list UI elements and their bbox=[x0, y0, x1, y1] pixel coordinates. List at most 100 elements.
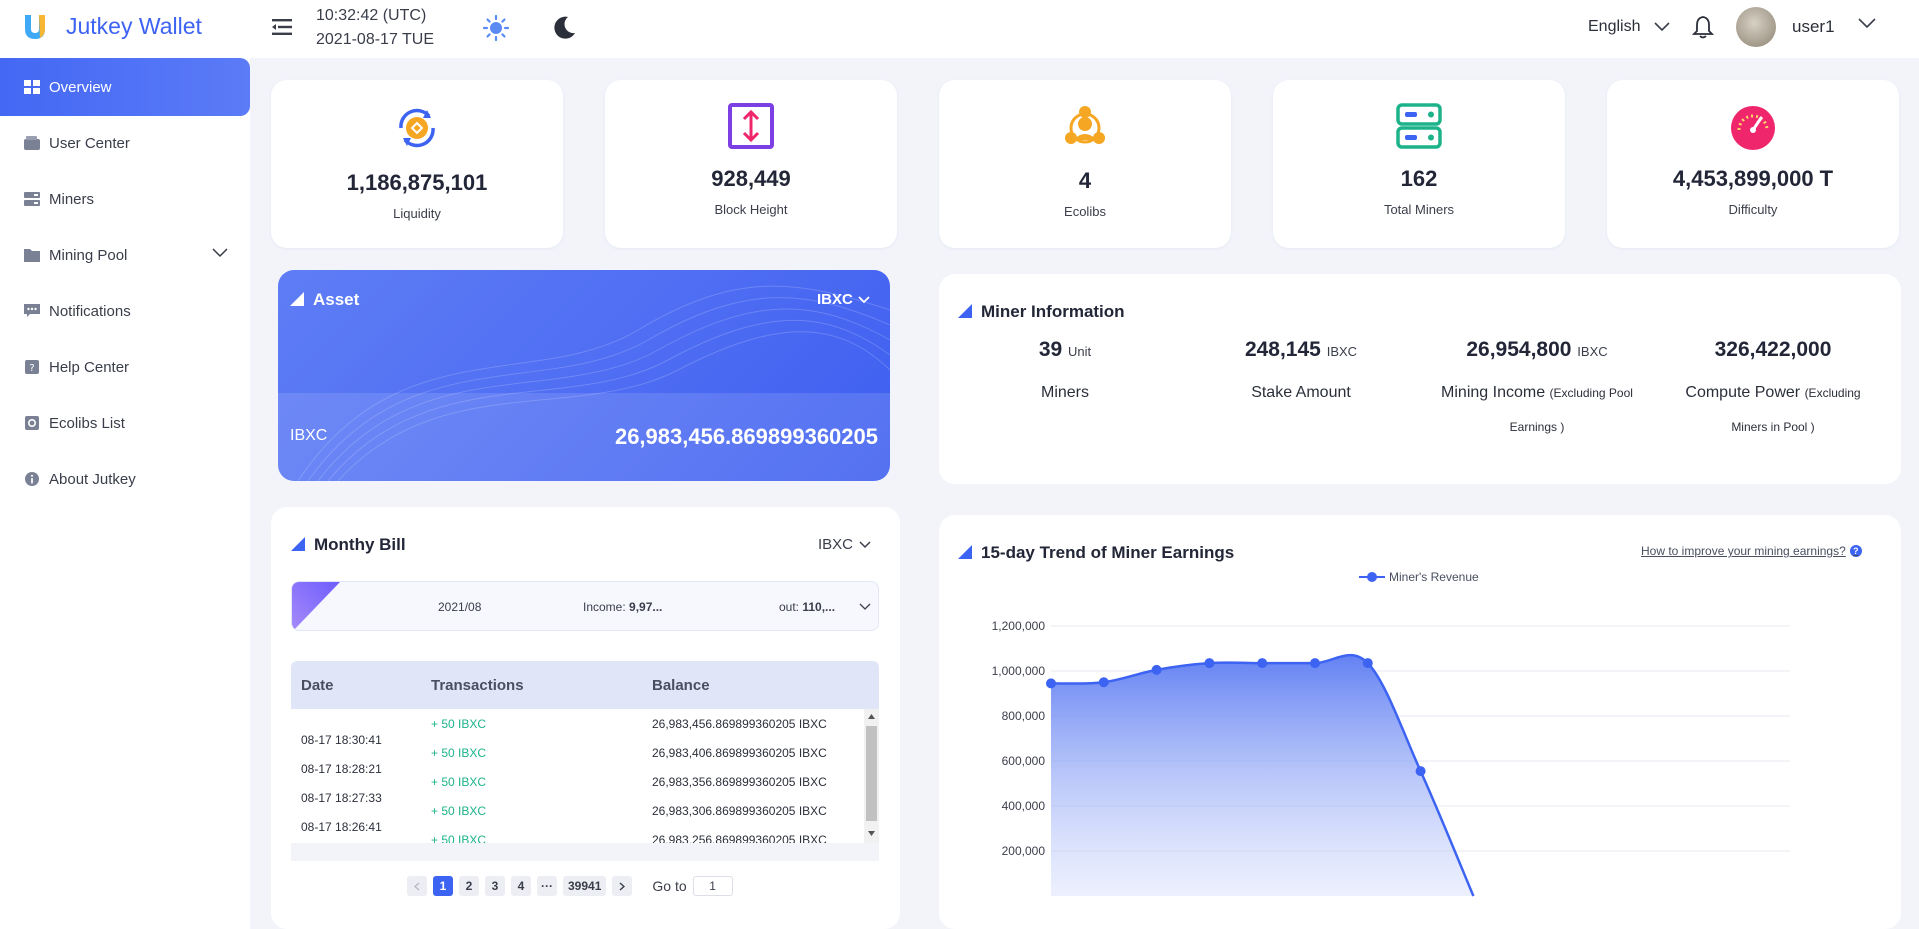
miner-info-label: Compute Power bbox=[1685, 384, 1801, 401]
language-selector[interactable]: English bbox=[1588, 18, 1671, 36]
miner-info-stake-amount: 248,145 IBXC Stake Amount bbox=[1183, 338, 1419, 410]
stat-card-difficulty: 4,453,899,000 T Difficulty bbox=[1607, 80, 1899, 248]
data-point[interactable] bbox=[1310, 658, 1320, 669]
miner-info-value: 248,145 bbox=[1244, 338, 1321, 361]
tx-balance: 26,983,356.869899360205 IBXC bbox=[652, 775, 827, 789]
username[interactable]: user1 bbox=[1792, 17, 1835, 37]
miner-info-note: (Excluding bbox=[1804, 386, 1861, 400]
light-mode-icon[interactable] bbox=[482, 14, 510, 42]
brand-name: Jutkey Wallet bbox=[66, 13, 202, 39]
tx-amount: + 50 IBXC bbox=[431, 775, 487, 789]
miner-info-compute-power: 326,422,000 Compute Power (Excluding Mine… bbox=[1655, 338, 1891, 444]
page-button[interactable]: 1 bbox=[433, 876, 453, 896]
bill-table-body[interactable]: + 50 IBXC 26,983,456.869899360205 IBXC 0… bbox=[291, 709, 879, 861]
miner-info-label: Stake Amount bbox=[1251, 384, 1351, 401]
svg-text:?: ? bbox=[29, 363, 34, 374]
avatar[interactable] bbox=[1736, 7, 1776, 47]
miner-info-value: 26,954,800 bbox=[1466, 338, 1572, 361]
help-circle-icon: ? bbox=[1849, 545, 1862, 557]
sidebar-item-user-center[interactable]: User Center bbox=[0, 114, 250, 172]
improve-earnings-link[interactable]: How to improve your mining earnings? ? bbox=[1641, 544, 1862, 558]
dashboard-icon bbox=[24, 80, 40, 94]
scroll-up-icon[interactable] bbox=[868, 714, 875, 719]
top-bar: Jutkey Wallet 10:32:42 (UTC) 2021-08-17 … bbox=[0, 0, 1919, 58]
sidebar-item-help-center[interactable]: ? Help Center bbox=[0, 338, 250, 396]
sidebar-item-label: Miners bbox=[49, 190, 95, 208]
tx-balance: 26,983,306.869899360205 IBXC bbox=[652, 804, 827, 818]
dark-mode-icon[interactable] bbox=[552, 14, 578, 40]
asset-title-text: Asset bbox=[313, 290, 360, 309]
legend-label: Miner's Revenue bbox=[1389, 570, 1479, 584]
sidebar-item-label: Help Center bbox=[49, 358, 130, 376]
scroll-down-icon[interactable] bbox=[868, 831, 875, 836]
data-point[interactable] bbox=[1204, 658, 1215, 669]
clock: 10:32:42 (UTC) 2021-08-17 TUE bbox=[316, 4, 434, 52]
miner-info-mining-income: 26,954,800 IBXC Mining Income (Excluding… bbox=[1419, 338, 1655, 444]
stat-card-total-miners: 162 Total Miners bbox=[1273, 80, 1565, 248]
page-button[interactable]: 2 bbox=[459, 876, 479, 896]
y-tick-label: 600,000 bbox=[1002, 754, 1046, 768]
asset-currency-select[interactable]: IBXC bbox=[817, 291, 870, 308]
stat-value: 4 bbox=[1078, 168, 1092, 193]
asset-title: Asset bbox=[290, 290, 359, 310]
chart-plot bbox=[1046, 653, 1475, 897]
goto-page-input[interactable] bbox=[692, 876, 733, 896]
y-tick-label: 200,000 bbox=[1002, 844, 1046, 858]
stat-label: Total Miners bbox=[1383, 202, 1455, 217]
sidebar-item-ecolibs-list[interactable]: Ecolibs List bbox=[0, 394, 250, 452]
menu-toggle-icon[interactable] bbox=[272, 18, 292, 36]
miner-info-value: 39 bbox=[1038, 338, 1063, 361]
stat-label: Block Height bbox=[714, 202, 788, 217]
sidebar-item-label: About Jutkey bbox=[49, 470, 136, 488]
stat-card-ecolibs: 4 Ecolibs bbox=[939, 80, 1231, 248]
total-miners-icon bbox=[1396, 103, 1442, 149]
bill-month-row[interactable]: 2021/08 Income: 9,97... out: 110,... bbox=[291, 581, 879, 631]
data-point[interactable] bbox=[1046, 678, 1056, 689]
sidebar-item-notifications[interactable]: Notifications bbox=[0, 282, 250, 340]
pagination: 1 2 3 4 ··· 39941 Go to bbox=[407, 876, 733, 896]
message-icon bbox=[24, 304, 40, 317]
chart-y-axis: 1,200,000 1,000,000 800,000 600,000 400,000 2… bbox=[992, 619, 1046, 858]
sidebar-item-overview[interactable]: Overview bbox=[0, 58, 250, 116]
next-page-button[interactable] bbox=[612, 876, 633, 896]
table-footer-spacer bbox=[291, 843, 879, 861]
stat-value: 928,449 bbox=[711, 166, 791, 191]
ecolibs-icon bbox=[1065, 106, 1105, 144]
page-button[interactable]: 39941 bbox=[563, 876, 607, 896]
tx-amount: + 50 IBXC bbox=[431, 804, 487, 818]
bill-currency-value: IBXC bbox=[818, 536, 854, 553]
prev-page-button[interactable] bbox=[407, 876, 427, 896]
data-point[interactable] bbox=[1362, 658, 1373, 669]
data-point[interactable] bbox=[1098, 677, 1109, 688]
miner-info-note: (Excluding Pool bbox=[1549, 386, 1633, 400]
bell-icon[interactable] bbox=[1692, 15, 1714, 39]
tx-date: 08-17 18:27:33 bbox=[301, 791, 382, 805]
data-point[interactable] bbox=[1151, 664, 1162, 675]
asset-card: Asset IBXC IBXC 26,983,456.869899360205 bbox=[278, 270, 890, 481]
sidebar-item-miners[interactable]: Miners bbox=[0, 170, 250, 228]
chevron-down-icon bbox=[858, 295, 870, 303]
tx-balance: 26,983,406.869899360205 IBXC bbox=[652, 746, 827, 760]
sidebar-item-about-jutkey[interactable]: About Jutkey bbox=[0, 450, 250, 508]
chevron-down-icon[interactable] bbox=[1858, 18, 1876, 30]
bill-currency-select[interactable]: IBXC bbox=[818, 536, 871, 553]
chevron-down-icon bbox=[859, 540, 871, 548]
language-label: English bbox=[1588, 18, 1641, 35]
section-marker-icon bbox=[958, 545, 972, 559]
stat-label: Ecolibs bbox=[1064, 204, 1106, 219]
page-ellipsis[interactable]: ··· bbox=[537, 876, 557, 896]
page-button[interactable]: 3 bbox=[485, 876, 505, 896]
miner-info-note-2: Miners in Pool ) bbox=[1731, 420, 1815, 434]
miner-info-unit: IBXC bbox=[1326, 344, 1358, 359]
data-point[interactable] bbox=[1257, 658, 1268, 669]
tx-date: 08-17 18:30:41 bbox=[301, 733, 382, 747]
stat-value: 4,453,899,000 T bbox=[1672, 166, 1834, 191]
data-point[interactable] bbox=[1415, 766, 1426, 777]
improve-earnings-link-text: How to improve your mining earnings? bbox=[1641, 544, 1846, 558]
scrollbar-track[interactable] bbox=[864, 709, 879, 843]
scrollbar-thumb[interactable] bbox=[866, 726, 877, 821]
page-button[interactable]: 4 bbox=[511, 876, 531, 896]
chart-legend[interactable]: Miner's Revenue bbox=[1359, 570, 1479, 584]
sidebar-item-mining-pool[interactable]: Mining Pool bbox=[0, 226, 250, 284]
miner-info-note-2: Earnings ) bbox=[1509, 420, 1565, 434]
